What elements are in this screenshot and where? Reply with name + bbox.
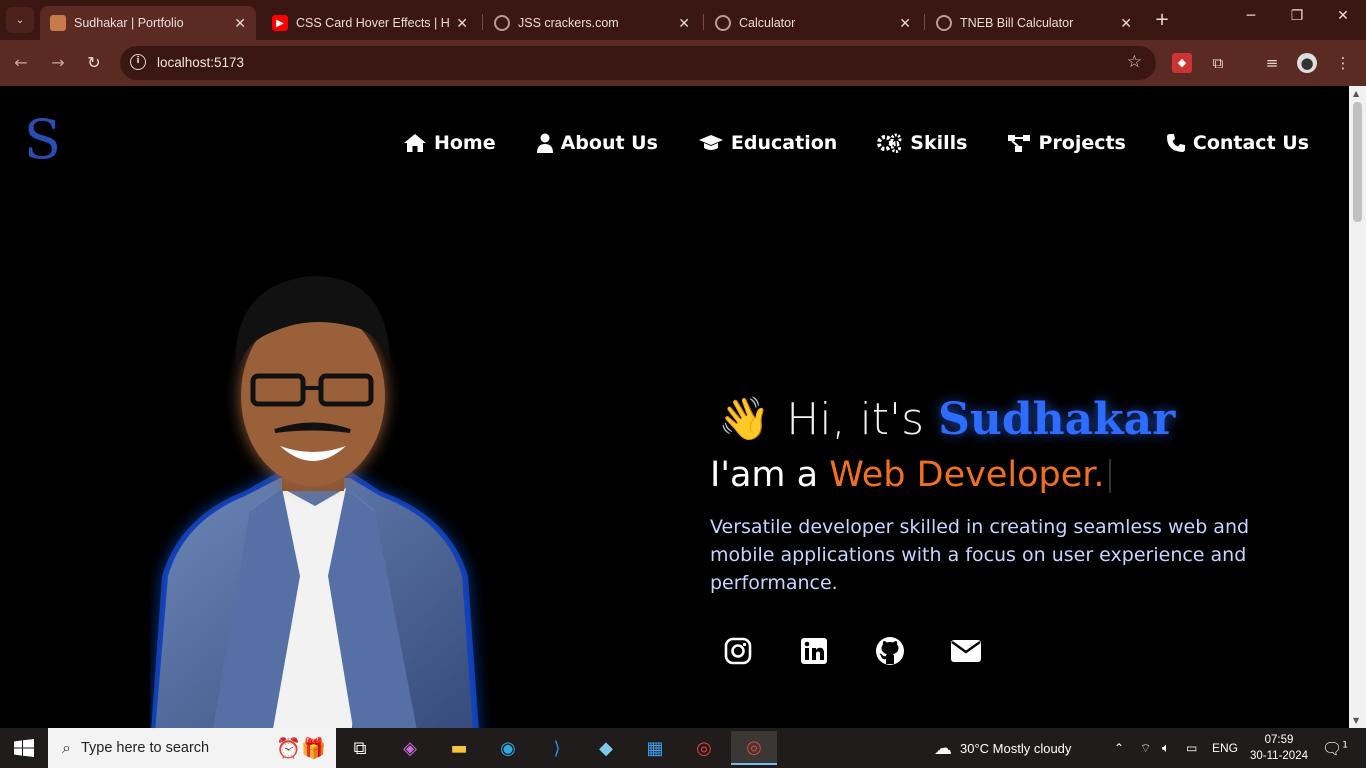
hero-description: Versatile developer skilled in creating … xyxy=(710,516,1250,594)
notification-icon[interactable]: 🗨︎1 xyxy=(1322,739,1348,758)
store-icon[interactable]: ▦ xyxy=(640,734,670,762)
media-control-icon[interactable]: ≡ xyxy=(1262,53,1282,73)
instagram-icon[interactable] xyxy=(722,635,754,667)
restore-button[interactable]: ❐ xyxy=(1285,8,1309,24)
address-bar[interactable]: i localhost:5173 ☆ xyxy=(120,46,1156,80)
portfolio-favicon-icon xyxy=(50,15,66,31)
taskbar-search[interactable]: ⌕ Type here to search ⏰🎁 xyxy=(48,728,336,768)
nav-contact[interactable]: Contact Us xyxy=(1166,132,1309,154)
cloud-icon: ☁ xyxy=(934,737,952,758)
forward-button[interactable]: → xyxy=(47,52,69,74)
volume-icon[interactable]: 🔈︎ xyxy=(1162,728,1170,768)
browser-menu-icon[interactable]: ⋮ xyxy=(1333,53,1353,73)
tab-calculator[interactable]: Calculator ✕ xyxy=(705,6,921,40)
hero-section: 👋 Hi, it's Sudhakar I'am a Web Developer… xyxy=(710,391,1310,667)
portfolio-page: S Home About Us Education Skills Project… xyxy=(0,86,1349,728)
tab-search-button[interactable]: ⌄ xyxy=(6,7,34,33)
waving-hand-icon: 👋 xyxy=(718,394,771,443)
search-icon: ⌕ xyxy=(62,738,71,757)
edge-icon[interactable]: ◉ xyxy=(493,734,523,762)
page-scrollbar[interactable]: ▲ ▼ xyxy=(1349,86,1366,728)
task-view-icon[interactable]: ⧉ xyxy=(345,734,375,762)
social-links xyxy=(710,635,1310,667)
url-text[interactable]: localhost:5173 xyxy=(157,55,244,70)
site-info-icon[interactable]: i xyxy=(130,54,146,70)
close-tab-icon[interactable]: ✕ xyxy=(234,15,246,32)
minimize-button[interactable]: ─ xyxy=(1239,8,1263,24)
github-icon[interactable] xyxy=(874,635,906,667)
tab-css-card[interactable]: ▶ CSS Card Hover Effects | Htm ✕ xyxy=(262,6,478,40)
search-highlight-icon: ⏰🎁 xyxy=(276,736,326,760)
globe-icon xyxy=(936,15,952,31)
hero-greeting: 👋 Hi, it's Sudhakar xyxy=(710,391,1310,447)
close-tab-icon[interactable]: ✕ xyxy=(1120,15,1132,32)
tab-tneb[interactable]: TNEB Bill Calculator ✕ xyxy=(926,6,1142,40)
scroll-down-icon[interactable]: ▼ xyxy=(1353,716,1359,725)
profile-avatar[interactable]: ● xyxy=(1297,53,1317,73)
nav-education[interactable]: Education xyxy=(698,132,837,154)
bookmark-star-icon[interactable]: ☆ xyxy=(1127,52,1142,72)
app-icon[interactable]: ◆ xyxy=(591,734,621,762)
nav-projects[interactable]: Projects xyxy=(1007,132,1126,154)
nav-home[interactable]: Home xyxy=(403,132,496,154)
youtube-icon: ▶ xyxy=(272,15,288,31)
email-icon[interactable] xyxy=(950,635,982,667)
tray-chevron-icon[interactable]: ⌃ xyxy=(1114,728,1124,768)
hero-name: Sudhakar xyxy=(938,393,1176,445)
file-explorer-icon[interactable]: ▬ xyxy=(444,734,474,762)
browser-tab-strip: ⌄ Sudhakar | Portfolio ✕ ▶ CSS Card Hove… xyxy=(0,0,1366,40)
back-button[interactable]: ← xyxy=(10,52,32,74)
typing-cursor xyxy=(1108,459,1111,493)
home-icon xyxy=(403,134,426,152)
clock[interactable]: 07:59 30-11-2024 xyxy=(1250,732,1308,764)
profile-photo xyxy=(151,275,479,728)
hero-role: I'am a Web Developer. xyxy=(710,455,1310,499)
globe-icon xyxy=(715,15,731,31)
nav-skills[interactable]: Skills xyxy=(877,132,967,154)
vscode-icon[interactable]: ⟩ xyxy=(542,734,572,762)
copilot-icon[interactable]: ◈ xyxy=(395,734,425,762)
project-diagram-icon xyxy=(1008,135,1031,152)
close-tab-icon[interactable]: ✕ xyxy=(899,15,911,32)
chrome-icon[interactable]: ◎ xyxy=(689,734,719,762)
nav-about[interactable]: About Us xyxy=(536,132,658,154)
network-icon[interactable]: ⌔ xyxy=(1140,728,1151,768)
windows-start-icon[interactable] xyxy=(14,739,34,761)
phone-icon xyxy=(1166,134,1185,152)
close-window-button[interactable]: ✕ xyxy=(1331,8,1355,24)
weather-widget[interactable]: ☁ 30°C Mostly cloudy xyxy=(934,728,1071,768)
scroll-up-icon[interactable]: ▲ xyxy=(1353,89,1359,98)
role-title: Web Developer. xyxy=(829,455,1105,495)
windows-taskbar: ⌕ Type here to search ⏰🎁 ⧉ ◈ ▬ ◉ ⟩ ◆ ▦ ◎… xyxy=(0,728,1366,768)
gears-icon xyxy=(877,133,902,153)
tab-portfolio[interactable]: Sudhakar | Portfolio ✕ xyxy=(40,6,256,40)
battery-icon[interactable]: ▭ xyxy=(1186,728,1197,768)
reload-button[interactable]: ↻ xyxy=(83,52,105,74)
user-icon xyxy=(536,133,553,153)
main-nav: Home About Us Education Skills Projects … xyxy=(403,132,1309,154)
linkedin-icon[interactable] xyxy=(798,635,830,667)
browser-toolbar: ← → ↻ i localhost:5173 ☆ ◆ ⧉ ≡ ● ⋮ xyxy=(0,40,1366,86)
extension-icon[interactable]: ◆ xyxy=(1172,53,1192,73)
globe-icon xyxy=(494,15,510,31)
scrollbar-thumb[interactable] xyxy=(1353,102,1362,222)
extensions-puzzle-icon[interactable]: ⧉ xyxy=(1208,53,1228,73)
greeting-text: Hi, it's xyxy=(786,393,925,445)
close-tab-icon[interactable]: ✕ xyxy=(456,15,468,32)
chrome-active-icon[interactable]: ◎ xyxy=(731,731,777,765)
tab-jss-crackers[interactable]: JSS crackers.com ✕ xyxy=(484,6,700,40)
language-indicator[interactable]: ENG xyxy=(1212,728,1238,768)
new-tab-button[interactable]: + xyxy=(1152,9,1172,31)
close-tab-icon[interactable]: ✕ xyxy=(678,15,690,32)
graduation-cap-icon xyxy=(698,135,723,150)
site-logo[interactable]: S xyxy=(24,110,61,170)
